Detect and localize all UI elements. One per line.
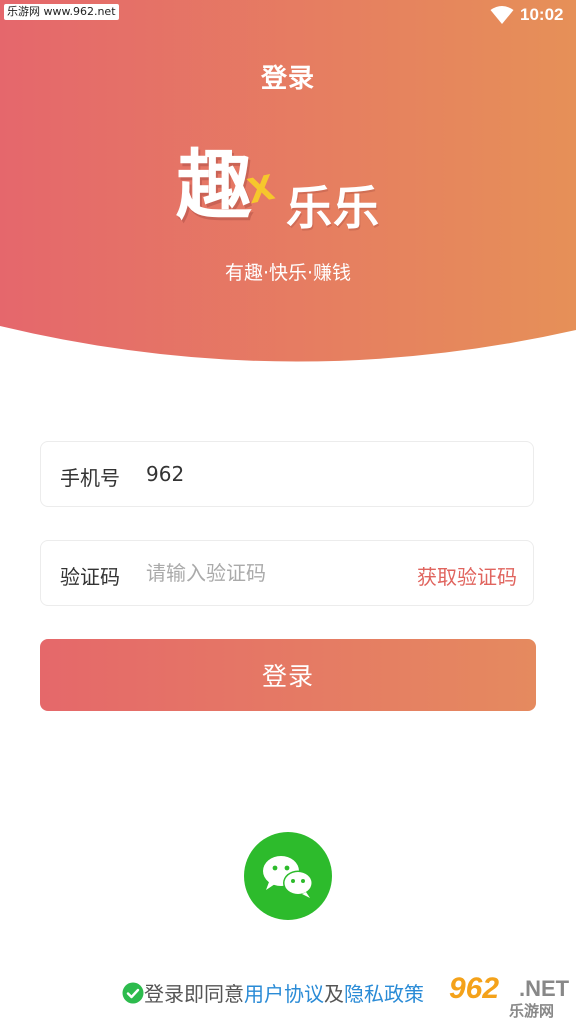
code-field: 验证码 获取验证码 bbox=[40, 540, 534, 606]
logo-main-char: 趣 bbox=[176, 141, 252, 230]
phone-field: 手机号 bbox=[40, 441, 534, 507]
slogan: 有趣·快乐·赚钱 bbox=[224, 262, 352, 284]
logo-sub-text: 乐乐 bbox=[286, 181, 380, 235]
phone-label: 手机号 bbox=[60, 466, 120, 490]
code-label: 验证码 bbox=[60, 565, 120, 589]
wechat-login-button[interactable] bbox=[244, 832, 332, 920]
agreement-line: 登录即同意用户协议及隐私政策 bbox=[122, 978, 424, 1008]
header: 乐游网 www.962.net 10:02 登录 趣 X 乐乐 有趣·快乐·赚钱 bbox=[0, 0, 576, 372]
watermark-number: 962 bbox=[449, 972, 500, 1005]
login-button[interactable]: 登录 bbox=[40, 639, 536, 711]
user-agreement-link[interactable]: 用户协议 bbox=[244, 982, 324, 1006]
wifi-icon bbox=[490, 6, 514, 24]
watermark-suffix: .NET bbox=[519, 976, 570, 1001]
status-time: 10:02 bbox=[520, 5, 564, 24]
privacy-policy-link[interactable]: 隐私政策 bbox=[344, 982, 424, 1006]
wechat-icon bbox=[263, 856, 313, 898]
code-input[interactable] bbox=[146, 555, 406, 591]
get-code-button[interactable]: 获取验证码 bbox=[417, 561, 517, 590]
watermark-bottom-right: 962 .NET 乐游网 bbox=[443, 970, 576, 1024]
watermark-cn: 乐游网 bbox=[509, 1002, 555, 1020]
page-title: 登录 bbox=[260, 64, 315, 94]
status-bar: 乐游网 www.962.net 10:02 bbox=[0, 0, 576, 30]
phone-input[interactable] bbox=[146, 456, 406, 492]
app-logo: 趣 X 乐乐 bbox=[176, 140, 406, 240]
agreement-prefix: 登录即同意 bbox=[144, 982, 244, 1006]
watermark-top-left: 乐游网 www.962.net bbox=[4, 4, 119, 20]
check-icon[interactable] bbox=[122, 982, 144, 1004]
agreement-conjunction: 及 bbox=[324, 982, 344, 1006]
